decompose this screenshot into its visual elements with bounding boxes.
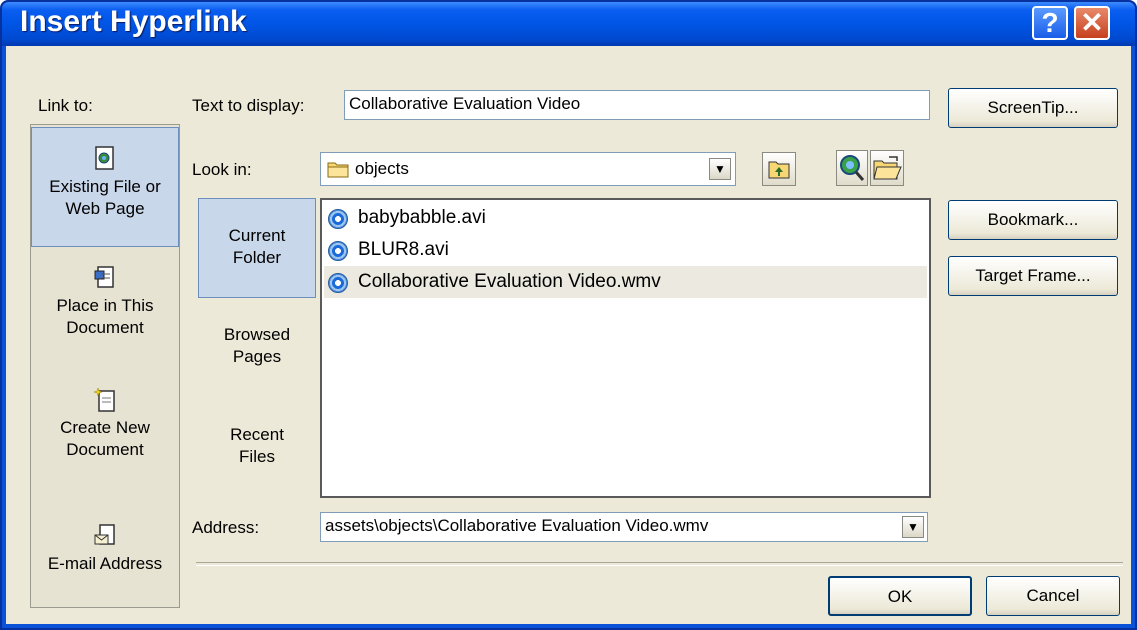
dialog-title: Insert Hyperlink bbox=[20, 5, 247, 38]
help-button[interactable]: ? bbox=[1032, 6, 1068, 40]
address-value: assets\objects\Collaborative Evaluation … bbox=[325, 516, 709, 535]
close-button[interactable]: ✕ bbox=[1074, 6, 1110, 40]
file-name: babybabble.avi bbox=[358, 207, 486, 228]
email-address-icon bbox=[94, 524, 115, 545]
file-list[interactable]: babybabble.avi BLUR8.avi Collaborative E… bbox=[320, 198, 931, 498]
look-in-label: Look in: bbox=[192, 160, 252, 179]
nav-recent-files[interactable]: Recent Files bbox=[198, 424, 316, 468]
nav-browsed-pages-line2: Pages bbox=[232, 347, 282, 366]
look-in-nav: Current Folder Browsed Pages Recent File… bbox=[198, 198, 320, 494]
ok-button[interactable]: OK bbox=[828, 576, 972, 616]
place-existing-file-line2: Web Page bbox=[65, 199, 145, 218]
address-input[interactable]: assets\objects\Collaborative Evaluation … bbox=[320, 512, 928, 542]
email-address-line1: E-mail Address bbox=[47, 554, 163, 573]
nav-browsed-pages-line1: Browsed bbox=[223, 325, 291, 344]
up-one-folder-button[interactable] bbox=[762, 152, 796, 186]
link-to-label: Link to: bbox=[38, 96, 93, 115]
text-to-display-label: Text to display: bbox=[192, 96, 305, 115]
dialog-client-area: Link to: Existing File or Web Page Place… bbox=[6, 46, 1131, 624]
nav-current-folder-line1: Current bbox=[228, 226, 286, 245]
link-to-bar: Existing File or Web Page Place in This … bbox=[30, 124, 180, 608]
address-dropdown-arrow[interactable]: ▼ bbox=[902, 516, 924, 538]
list-item[interactable]: babybabble.avi bbox=[324, 202, 927, 234]
address-label: Address: bbox=[192, 518, 260, 537]
text-to-display-input[interactable]: Collaborative Evaluation Video bbox=[344, 90, 930, 120]
list-item[interactable]: Collaborative Evaluation Video.wmv bbox=[324, 266, 927, 298]
nav-browsed-pages[interactable]: Browsed Pages bbox=[198, 324, 316, 368]
file-name: BLUR8.avi bbox=[358, 239, 449, 260]
bookmark-button[interactable]: Bookmark... bbox=[948, 200, 1118, 240]
file-name: Collaborative Evaluation Video.wmv bbox=[358, 271, 661, 292]
video-file-icon bbox=[328, 241, 348, 261]
create-new-document-line1: Create New bbox=[60, 418, 150, 437]
look-in-value: objects bbox=[355, 159, 409, 178]
place-create-new-document[interactable]: Create New Document bbox=[31, 387, 179, 461]
place-in-document-line1: Place in This bbox=[56, 296, 154, 315]
title-bar[interactable]: Insert Hyperlink ? ✕ bbox=[2, 2, 1135, 46]
browse-file-icon bbox=[873, 156, 902, 180]
create-new-document-line2: Document bbox=[66, 440, 144, 459]
create-new-document-icon bbox=[94, 387, 115, 412]
place-existing-file[interactable]: Existing File or Web Page bbox=[31, 127, 179, 247]
look-in-dropdown-arrow[interactable]: ▼ bbox=[709, 158, 731, 180]
browse-the-web-button[interactable] bbox=[836, 150, 868, 186]
place-in-document-icon bbox=[94, 266, 114, 288]
browse-web-icon bbox=[840, 155, 865, 181]
screentip-button[interactable]: ScreenTip... bbox=[948, 88, 1118, 128]
nav-recent-files-line1: Recent bbox=[230, 425, 284, 444]
nav-recent-files-line2: Files bbox=[239, 447, 275, 466]
place-email-address[interactable]: E-mail Address bbox=[31, 523, 179, 575]
place-in-this-document[interactable]: Place in This Document bbox=[31, 265, 179, 339]
video-file-icon bbox=[328, 209, 348, 229]
look-in-dropdown[interactable]: objects ▼ bbox=[320, 152, 736, 186]
nav-current-folder-line2: Folder bbox=[232, 248, 282, 267]
place-existing-file-line1: Existing File or bbox=[49, 177, 161, 196]
nav-current-folder[interactable]: Current Folder bbox=[198, 198, 316, 298]
insert-hyperlink-dialog: Insert Hyperlink ? ✕ Link to: Existing F… bbox=[0, 0, 1137, 630]
browse-for-file-button[interactable] bbox=[870, 150, 904, 186]
video-file-icon bbox=[328, 273, 348, 293]
target-frame-button[interactable]: Target Frame... bbox=[948, 256, 1118, 296]
list-item[interactable]: BLUR8.avi bbox=[324, 234, 927, 266]
folder-icon bbox=[327, 162, 349, 178]
place-in-document-line2: Document bbox=[66, 318, 144, 337]
cancel-button[interactable]: Cancel bbox=[986, 576, 1120, 616]
existing-file-icon bbox=[95, 146, 114, 170]
up-one-folder-icon bbox=[768, 161, 790, 179]
separator bbox=[196, 562, 1123, 566]
